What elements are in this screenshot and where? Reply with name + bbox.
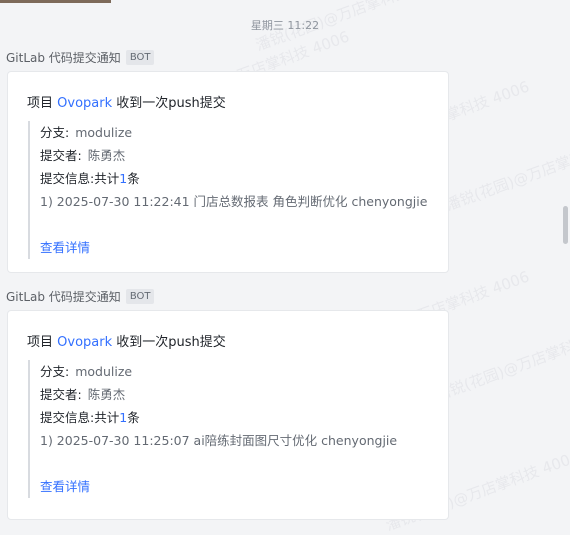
committer-label: 提交者:: [40, 387, 82, 402]
push-notification-card: 项目 Ovopark 收到一次push提交 分支: modulize 提交者: 陈勇…: [7, 71, 449, 273]
info-suffix: 条: [127, 171, 140, 186]
message-timestamp: 星期三 11:22: [250, 19, 320, 32]
view-details-link[interactable]: 查看详情: [40, 475, 438, 498]
title-prefix: 项目: [27, 96, 58, 111]
watermark: 潘锐(花园)@万店掌科技 4006: [433, 318, 570, 405]
title-prefix: 项目: [27, 335, 58, 350]
branch-value: modulize: [75, 125, 133, 140]
branch-label: 分支:: [40, 125, 70, 140]
sender-label[interactable]: GitLab 代码提交通知: [6, 49, 121, 66]
committer-row: 提交者: 陈勇杰: [40, 144, 438, 167]
info-suffix: 条: [127, 410, 140, 425]
branch-label: 分支:: [40, 364, 70, 379]
commit-quote-block: 分支: modulize 提交者: 陈勇杰 提交信息:共计1条 1) 2025-07…: [28, 360, 438, 498]
previous-image-strip: [0, 0, 111, 3]
info-prefix: 共计: [94, 171, 120, 186]
bot-badge: BOT: [125, 50, 155, 65]
card-title: 项目 Ovopark 收到一次push提交: [27, 331, 226, 350]
commit-count: 1: [119, 171, 128, 186]
committer-row: 提交者: 陈勇杰: [40, 383, 438, 406]
sender-label[interactable]: GitLab 代码提交通知: [6, 288, 121, 305]
sender-name[interactable]: GitLab 代码提交通知 BOT: [6, 288, 155, 305]
branch-row: 分支: modulize: [40, 121, 438, 144]
title-suffix: 收到一次push提交: [112, 96, 226, 111]
title-suffix: 收到一次push提交: [112, 335, 226, 350]
bot-badge: BOT: [125, 289, 155, 304]
committer-label: 提交者:: [40, 148, 82, 163]
commit-info-row: 提交信息:共计1条: [40, 167, 438, 190]
info-label: 提交信息:: [40, 171, 95, 186]
branch-value: modulize: [75, 364, 133, 379]
project-link[interactable]: Ovopark: [57, 335, 112, 350]
branch-row: 分支: modulize: [40, 360, 438, 383]
watermark: 潘锐(花园)@万店掌科技 4006: [443, 128, 570, 215]
commit-line: 1) 2025-07-30 11:25:07 ai陪练封面图尺寸优化 cheny…: [40, 433, 398, 448]
sender-name[interactable]: GitLab 代码提交通知 BOT: [6, 49, 155, 66]
project-link[interactable]: Ovopark: [57, 96, 112, 111]
info-prefix: 共计: [94, 410, 120, 425]
commit-quote-block: 分支: modulize 提交者: 陈勇杰 提交信息:共计1条 1) 2025-07…: [28, 121, 438, 259]
commit-line: 1) 2025-07-30 11:22:41 门店总数报表 角色判断优化 che…: [40, 194, 428, 209]
info-label: 提交信息:: [40, 410, 95, 425]
commit-count: 1: [119, 410, 128, 425]
scrollbar-thumb[interactable]: [563, 206, 568, 244]
commit-info-row: 提交信息:共计1条: [40, 406, 438, 429]
committer-value: 陈勇杰: [87, 148, 126, 163]
committer-value: 陈勇杰: [87, 387, 126, 402]
push-notification-card: 项目 Ovopark 收到一次push提交 分支: modulize 提交者: 陈勇…: [7, 310, 449, 520]
card-title: 项目 Ovopark 收到一次push提交: [27, 92, 226, 111]
view-details-link[interactable]: 查看详情: [40, 236, 438, 259]
